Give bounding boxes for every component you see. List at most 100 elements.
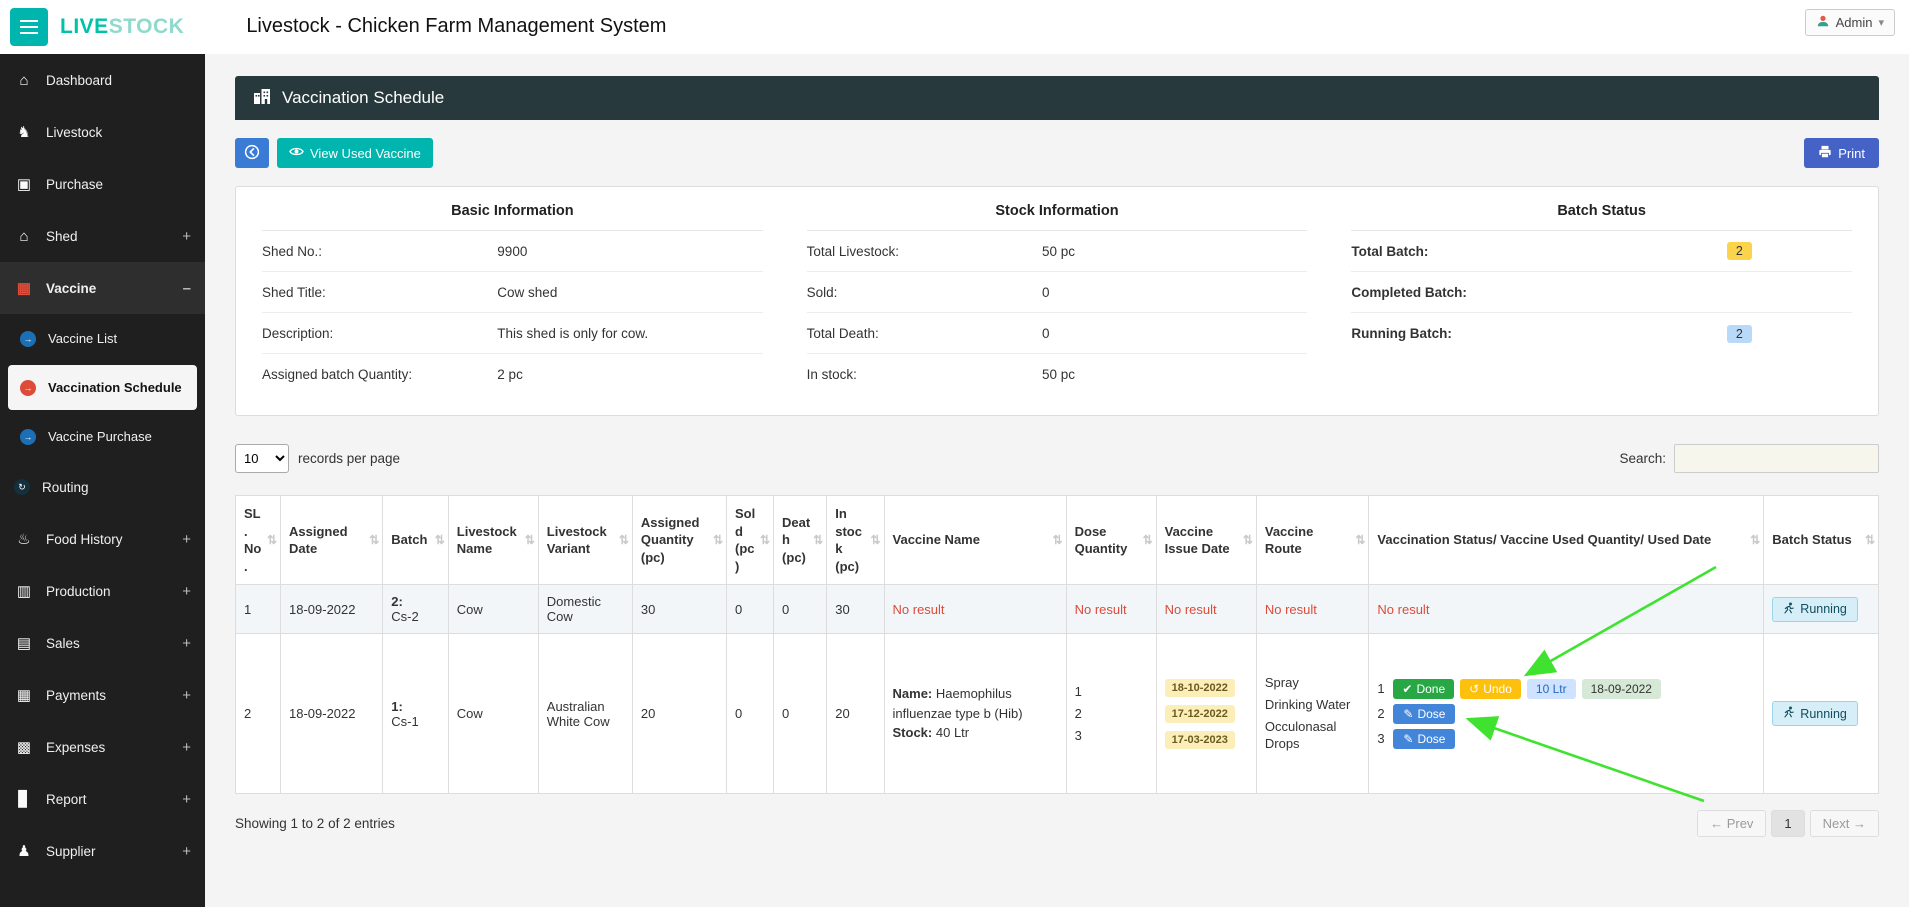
cell-assigned-quantity: 30 [631,584,728,635]
dose-label: Dose [1417,731,1446,746]
sidebar-item-production[interactable]: ▥ Production + [0,565,205,617]
sidebar-item-supplier[interactable]: ♟ Supplier + [0,825,205,877]
cell-death: 0 [773,633,828,795]
cell-route-empty: No result [1255,584,1370,635]
records-per-page-label: records per page [298,451,401,466]
sort-icon: ⇅ [1242,533,1253,547]
col-header-assigned-date[interactable]: Assigned Date ⇅ [279,494,384,586]
col-header-vaccine-name[interactable]: Vaccine Name ⇅ [883,494,1067,586]
cell-livestock-variant: Australian White Cow [537,633,633,795]
info-label: Total Death: [806,325,879,341]
sidebar-item-report[interactable]: ▊ Report + [0,773,205,825]
sidebar-item-purchase[interactable]: ▣ Purchase [0,158,205,210]
running-status-button[interactable]: Running [1772,596,1858,622]
view-used-vaccine-button[interactable]: View Used Vaccine [277,138,433,168]
sidebar-item-vaccine-purchase[interactable]: → Vaccine Purchase [0,412,205,461]
eye-icon [289,144,304,162]
col-header-in-stock[interactable]: In stock (pc) ⇅ [826,494,885,586]
print-button[interactable]: Print [1804,138,1879,168]
section-title: Batch Status [1351,203,1852,231]
cell-vaccine-name: Name: Haemophilus influenzae type b (Hib… [883,633,1067,795]
col-header-batch[interactable]: Batch ⇅ [382,494,449,586]
col-header-vaccination-status[interactable]: Vaccination Status/ Vaccine Used Quantit… [1368,494,1765,586]
running-status-button[interactable]: Running [1772,701,1858,727]
sidebar-item-payments[interactable]: ▦ Payments + [0,669,205,721]
expand-plus-icon: + [182,530,191,548]
admin-menu-button[interactable]: Admin ▾ [1804,9,1895,36]
info-row-completed-batch: Completed Batch: [1351,272,1852,313]
prev-page-button[interactable]: ← Prev [1697,810,1767,838]
vaccine-name-label: Name: [892,686,933,702]
sidebar-item-label: Vaccination Schedule [48,380,182,395]
records-per-page-select[interactable]: 10 [235,444,289,473]
vaccine-stock-label: Stock: [892,725,933,741]
col-header-dose-quantity[interactable]: Dose Quantity ⇅ [1065,494,1157,586]
sidebar-item-shed[interactable]: ⌂ Shed + [0,210,205,262]
showing-entries-text: Showing 1 to 2 of 2 entries [235,816,395,832]
sidebar-item-label: Food History [46,531,123,547]
purchase-icon: ▣ [16,176,32,193]
sidebar-item-food-history[interactable]: ♨ Food History + [0,513,205,565]
page-number-button[interactable]: 1 [1771,810,1805,838]
cell-issue-date-empty: No result [1155,584,1257,635]
cell-vaccine-issue-date: 18-10-2022 17-12-2022 17-03-2023 [1155,633,1257,795]
back-button[interactable] [235,138,269,168]
col-header-assigned-quantity[interactable]: Assigned Quantity (pc) ⇅ [631,494,728,586]
sidebar-item-label: Supplier [46,843,96,859]
cell-dose-quantity: 1 2 3 [1065,633,1157,795]
next-page-button[interactable]: Next → [1809,810,1879,838]
sidebar-item-label: Sales [46,635,80,651]
expand-plus-icon: + [182,227,191,245]
dose-value: 2 [1074,706,1082,722]
sidebar-item-vaccine[interactable]: ▦ Vaccine – [0,262,205,314]
info-value: 0 [1041,325,1050,341]
panel-header: Vaccination Schedule [235,76,1879,120]
sidebar-item-vaccine-list[interactable]: → Vaccine List [0,314,205,363]
col-header-sl-no[interactable]: SL. No. ⇅ [235,494,281,586]
sort-icon: ⇅ [1864,533,1875,547]
sidebar-item-routing[interactable]: ↻ Routing [0,461,205,513]
sidebar-item-sales[interactable]: ▤ Sales + [0,617,205,669]
food-history-icon: ♨ [17,531,31,548]
circle-arrow-icon: → [20,379,36,396]
col-header-vaccine-route[interactable]: Vaccine Route ⇅ [1255,494,1370,586]
col-header-livestock-variant[interactable]: Livestock Variant ⇅ [537,494,633,586]
search-input[interactable] [1674,444,1879,473]
info-row-in-stock: In stock: 50 pc [807,354,1308,395]
col-header-death[interactable]: Death (pc) ⇅ [773,494,828,586]
hamburger-menu-icon[interactable] [10,7,48,46]
production-icon: ▥ [16,583,32,600]
sidebar-item-dashboard[interactable]: ⌂ Dashboard [0,54,205,106]
route-value: Drinking Water [1264,696,1351,712]
chevron-down-icon: ▾ [1878,17,1884,29]
done-button[interactable]: ✔ Done [1393,678,1455,699]
dose-button[interactable]: ✎ Dose [1393,728,1456,749]
search-label: Search: [1619,451,1666,466]
cell-sl-no: 2 [235,633,281,795]
info-value: 2 [1627,242,1852,260]
sidebar-item-livestock[interactable]: ♞ Livestock [0,106,205,158]
info-row-shed-no: Shed No.: 9900 [262,231,763,272]
pencil-icon: ✎ [1403,731,1414,746]
col-header-batch-status[interactable]: Batch Status ⇅ [1763,494,1879,586]
batch-code: Cs-1 [391,713,419,729]
undo-button[interactable]: ↺ Undo [1460,678,1521,699]
status-line-number: 3 [1377,731,1385,747]
app-logo: LIVESTOCK [60,15,184,39]
sidebar-item-vaccination-schedule[interactable]: → Vaccination Schedule [8,365,197,410]
expand-plus-icon: + [182,686,191,704]
table-row: 2 18-09-2022 1: Cs-1 Cow Australian Whit… [235,566,1879,803]
dose-button[interactable]: ✎ Dose [1393,703,1456,724]
pencil-icon: ✎ [1403,706,1414,721]
col-header-livestock-name[interactable]: Livestock Name ⇅ [447,494,539,586]
cell-batch-status: Running [1763,633,1879,795]
table-header-row: SL. No. ⇅ Assigned Date ⇅ Batch ⇅ Livestock… [235,494,1879,586]
col-header-sold[interactable]: Sold (pc) ⇅ [725,494,775,586]
cell-in-stock: 20 [826,633,885,795]
circle-arrow-icon: → [20,330,36,347]
shed-icon: ⌂ [19,227,29,245]
batch-number: 2: [391,594,403,610]
col-header-vaccine-issue-date[interactable]: Vaccine Issue Date ⇅ [1155,494,1257,586]
info-value: 2 [1627,324,1852,343]
sidebar-item-expenses[interactable]: ▩ Expenses + [0,721,205,773]
